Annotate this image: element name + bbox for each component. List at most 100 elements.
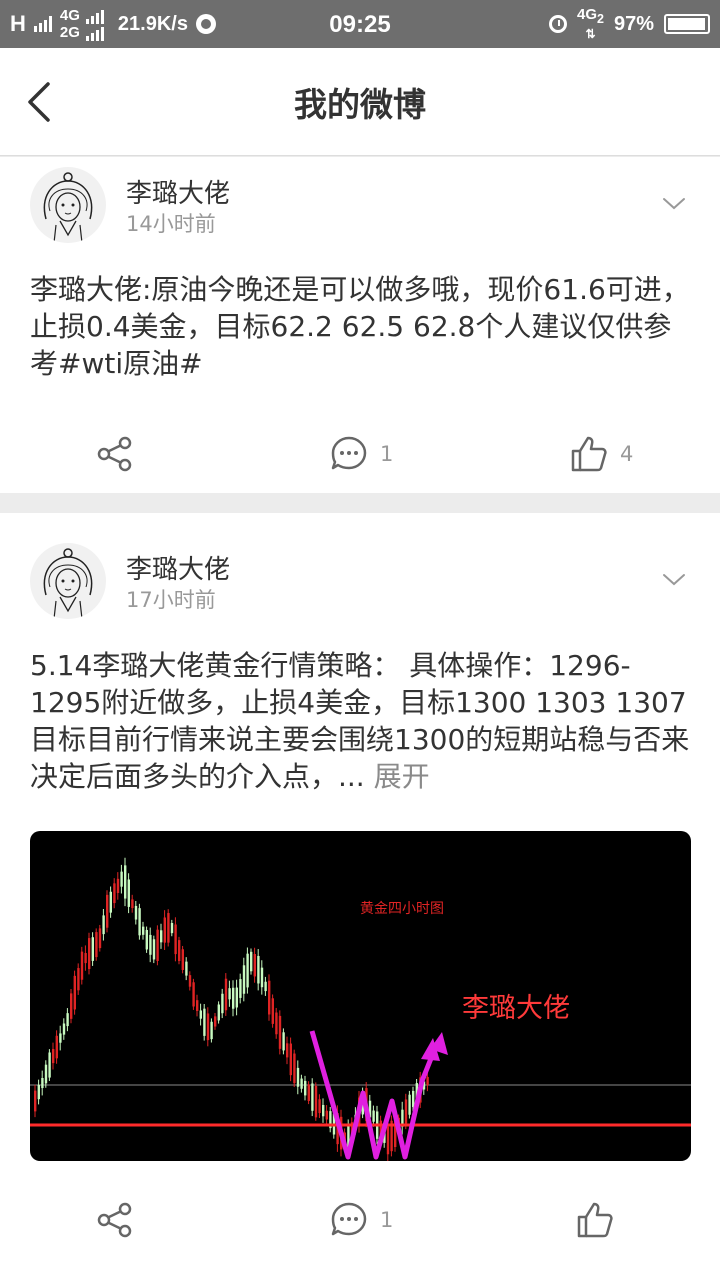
post-text-body: 5.14李璐大佬黄金行情策略： 具体操作：1296-1295附近做多，止损4美金… (30, 649, 690, 793)
candle-body (48, 1052, 51, 1078)
candle-body (210, 1021, 213, 1040)
candle-body (178, 940, 181, 961)
share-button[interactable] (96, 1190, 134, 1250)
candle-body (426, 1076, 429, 1086)
network-types: 4G 2G (60, 7, 104, 41)
candle-body (199, 1010, 202, 1019)
vpn-icon (195, 14, 216, 34)
candle-body (386, 1126, 390, 1155)
author-name[interactable]: 李璐大佬 (126, 173, 230, 210)
candle-body (311, 1083, 314, 1111)
candle-body (322, 1104, 325, 1117)
data-arrows-icon: ⇅ (585, 26, 596, 41)
candle-body (41, 1077, 44, 1089)
status-right: 4G2 ⇅ 97% (549, 0, 710, 48)
avatar-drawing (43, 548, 93, 619)
candle-body (206, 1013, 210, 1041)
candle-body (163, 917, 166, 943)
watermark-text: 李璐大佬 (462, 993, 570, 1024)
candle-body (412, 1090, 415, 1107)
post-text: 5.14李璐大佬黄金行情策略： 具体操作：1296-1295附近做多，止损4美金… (30, 647, 690, 795)
candle-body (275, 1012, 278, 1035)
candle-body (62, 1023, 66, 1035)
like-button[interactable]: 4 (570, 424, 633, 484)
candle-body (138, 908, 141, 936)
candle-body (120, 871, 123, 887)
candle-body (239, 979, 242, 998)
candle-body (300, 1078, 303, 1089)
expand-link[interactable]: 展开 (374, 760, 430, 793)
thumbs-up-icon (577, 1202, 613, 1238)
candle-body (106, 894, 109, 928)
author-name[interactable]: 李璐大佬 (126, 549, 230, 586)
candle-body (127, 879, 130, 907)
candle-body (235, 987, 238, 1008)
network-right-sub: 2 (597, 11, 604, 26)
candle-body (242, 965, 246, 994)
comment-button[interactable]: 1 (330, 424, 393, 484)
candle-body (37, 1084, 40, 1100)
share-button[interactable] (96, 424, 134, 484)
candle-body (293, 1053, 296, 1084)
comment-count: 1 (380, 1208, 394, 1232)
candle-body (44, 1064, 48, 1084)
candle-body (217, 1004, 220, 1021)
comment-icon (331, 436, 367, 470)
candle-body (52, 1048, 55, 1064)
network-bottom-label: 2G (59, 24, 80, 41)
status-bar: H 4G 2G 21.9K/s 09:25 4G2 ⇅ 97% (0, 0, 720, 48)
candle-body (174, 924, 177, 955)
candle-body (80, 951, 84, 980)
chevron-down-icon[interactable] (662, 197, 686, 211)
candle-body (264, 981, 267, 992)
alarm-icon (549, 15, 567, 33)
chart-caption: 黄金四小时图 (360, 900, 444, 917)
candle-body (66, 1013, 69, 1027)
candle-body (304, 1080, 307, 1096)
candle-body (232, 987, 235, 1009)
candle-body (59, 1033, 62, 1043)
candle-body (282, 1032, 285, 1051)
candle-body (156, 929, 159, 961)
data-indicator: 4G2 ⇅ (577, 7, 604, 42)
candle-body (124, 865, 127, 899)
candle-body (250, 951, 253, 972)
app-header: 我的微博 (0, 48, 720, 156)
avatar[interactable] (30, 543, 106, 619)
like-count: 4 (620, 442, 634, 466)
post-text: 李璐大佬:原油今晚还是可以做多哦，现价61.6可进，止损0.4美金，目标62.2… (30, 273, 690, 380)
avatar-drawing (43, 172, 93, 243)
candle-body (260, 967, 264, 988)
candle-body (98, 928, 102, 949)
candle-body (196, 1000, 199, 1012)
post-image[interactable]: 黄金四小时图 李璐大佬 (30, 831, 691, 1161)
candle-body (408, 1094, 411, 1115)
candle-body (170, 923, 174, 934)
post-actions: 1 4 (0, 424, 720, 484)
carrier-label: H (10, 11, 26, 36)
candle-body (34, 1090, 37, 1112)
avatar[interactable] (30, 167, 106, 243)
candle-body (296, 1067, 300, 1087)
network-speed: 21.9K/s (117, 12, 188, 35)
like-button[interactable] (576, 1190, 626, 1250)
comment-button[interactable]: 1 (330, 1190, 393, 1250)
candle-body (203, 1008, 206, 1036)
candle-body (116, 878, 120, 893)
candle-body (228, 988, 231, 1000)
network-top-label: 4G (59, 7, 80, 24)
candle-body (77, 968, 80, 991)
candle-body (325, 1110, 328, 1120)
candle-body (307, 1084, 310, 1101)
chevron-down-icon[interactable] (662, 573, 686, 587)
candle-body (286, 1043, 289, 1058)
candle-body (268, 980, 271, 1015)
candle-body (257, 955, 260, 984)
status-left: H 4G 2G 21.9K/s (10, 0, 216, 48)
post-card: 李璐大佬 17小时前 5.14李璐大佬黄金行情策略： 具体操作：1296-129… (0, 513, 720, 1280)
candle-body (113, 883, 116, 904)
candle-body (192, 982, 195, 1007)
post-time: 14小时前 (126, 212, 216, 236)
candle-body (372, 1110, 375, 1122)
candle-body (271, 998, 274, 1024)
